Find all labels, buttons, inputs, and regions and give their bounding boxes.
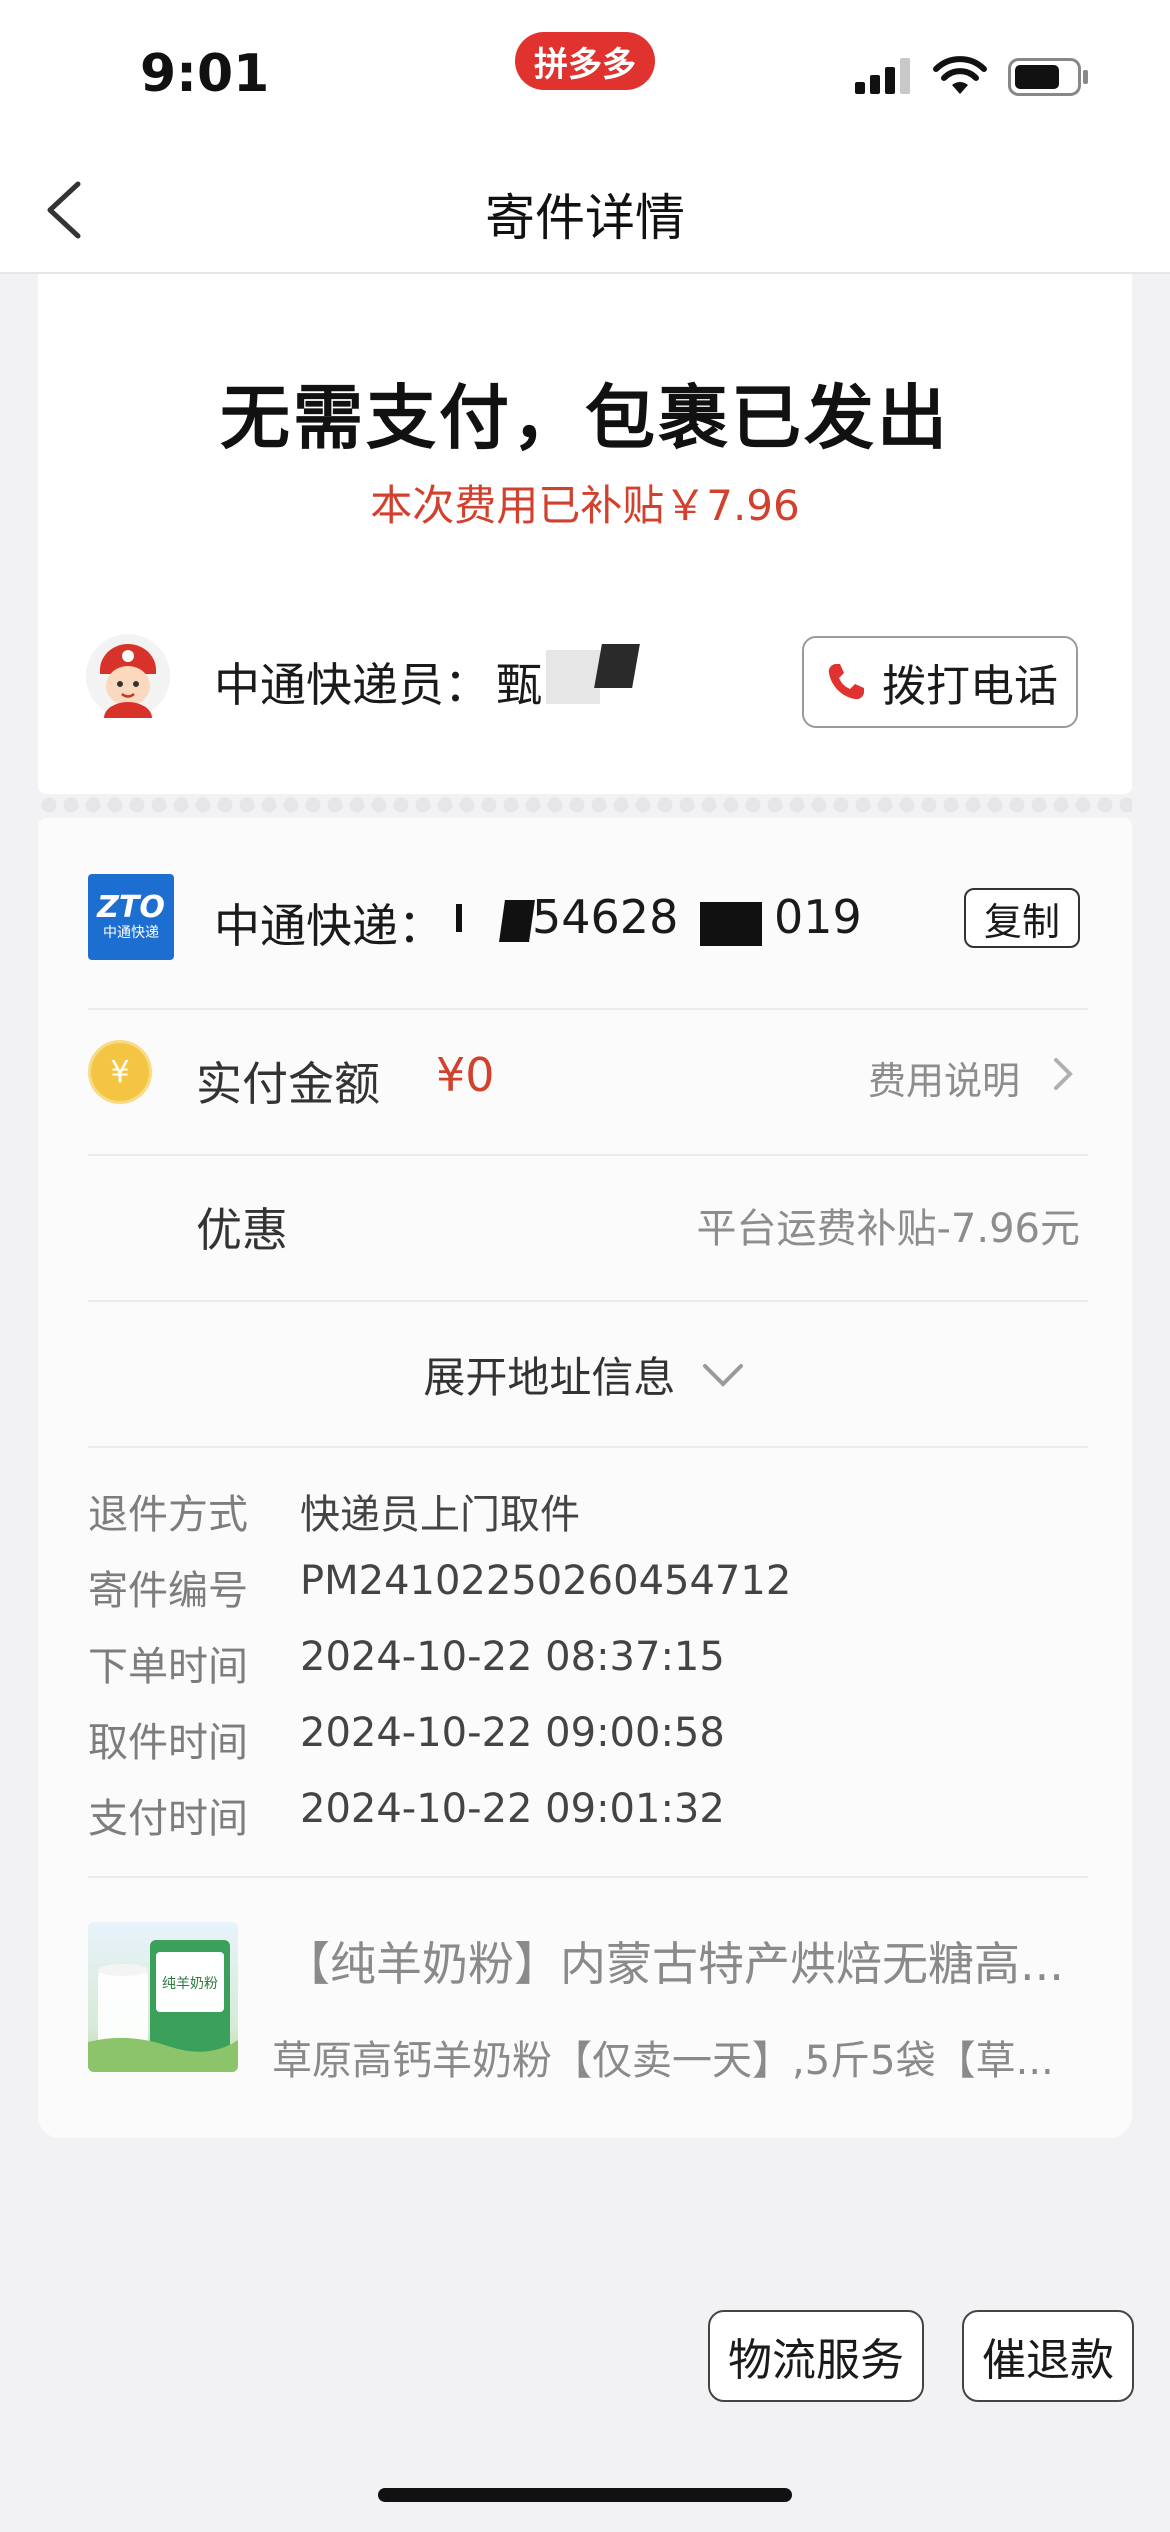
status-time: 9:01 [140,44,270,104]
divider [88,1876,1088,1878]
divider-dotted [38,794,1132,816]
product-title[interactable]: 【纯羊奶粉】内蒙古特产烘焙无糖高... [284,1928,1104,1994]
milk-powder-bag-icon: 纯羊奶粉 [88,1940,238,2072]
expand-address-toggle[interactable]: 展开地址信息 [38,1344,1132,1405]
tracking-number-part2: 019 [774,890,862,944]
detail-label: 寄件编号 [88,1568,248,1614]
chevron-down-icon [702,1363,743,1387]
detail-value: 2024-10-22 09:00:58 [300,1710,725,1756]
phone-icon [828,664,864,700]
redaction-mark [456,904,462,932]
page-title: 寄件详情 [485,189,685,247]
urge-refund-button[interactable]: 催退款 [962,2310,1134,2402]
redaction-mark [594,644,640,688]
redaction-mark [499,900,535,942]
divider [88,1154,1088,1156]
product-subtitle[interactable]: 草原高钙羊奶粉【仅卖一天】,5斤5袋【草... [272,2028,1102,2086]
logistics-service-button[interactable]: 物流服务 [708,2310,924,2402]
detail-value: 2024-10-22 08:37:15 [300,1634,725,1680]
discount-value: 平台运费补贴-7.96元 [696,1206,1081,1252]
courier-avatar [86,634,170,718]
payment-amount: ¥0 [436,1048,495,1102]
fee-explanation-link[interactable]: 费用说明 [868,1050,1020,1105]
redaction-mark [700,902,762,946]
redaction-mark [546,650,600,704]
detail-value: 快递员上门取件 [300,1492,580,1538]
divider [88,1446,1088,1448]
copy-tracking-button[interactable]: 复制 [964,888,1080,948]
detail-label: 退件方式 [88,1492,248,1538]
divider [88,1300,1088,1302]
call-courier-button[interactable]: 拨打电话 [802,636,1078,728]
svg-text:纯羊奶粉: 纯羊奶粉 [162,1976,218,1992]
detail-label: 下单时间 [88,1644,248,1690]
call-button-label: 拨打电话 [882,661,1058,712]
wifi-icon [933,56,987,94]
app-badge[interactable]: 拼多多 [515,32,655,90]
courier-label: 中通快递员： [214,658,490,712]
status-headline: 无需支付，包裹已发出 [220,377,950,459]
navigation-bar: 寄件详情 [0,150,1170,274]
battery-icon [1008,58,1088,96]
detail-value: 2024-10-22 09:01:32 [300,1786,725,1832]
coin-icon: ¥ [88,1040,152,1104]
status-bar: 9:01 拼多多 [0,0,1170,150]
cellular-signal-icon [855,58,910,94]
zto-logo-subtext: 中通快递 [103,925,159,941]
courier-name: 甄 [496,658,542,712]
subsidy-text: 本次费用已补贴￥7.96 [370,481,800,530]
detail-label: 支付时间 [88,1796,248,1842]
detail-label: 取件时间 [88,1720,248,1766]
chevron-right-icon[interactable] [1050,1054,1076,1094]
divider [88,1008,1088,1010]
zto-logo: ZTO 中通快递 [88,874,174,960]
discount-label: 优惠 [196,1203,288,1257]
tracking-number-part1: 54628 [532,890,679,944]
carrier-label: 中通快递： [214,899,444,953]
expand-address-label: 展开地址信息 [423,1353,676,1402]
product-image[interactable]: 纯羊奶粉 [88,1922,238,2072]
status-card: 无需支付，包裹已发出 本次费用已补贴￥7.96 中通快递员： 甄 拨打电话 [38,274,1132,794]
payment-label: 实付金额 [196,1057,380,1111]
zto-logo-text: ZTO [97,890,165,925]
detail-value[interactable]: PM24102250260454712 [300,1558,791,1604]
home-indicator[interactable] [378,2488,792,2502]
shipment-card: ZTO 中通快递 中通快递： 54628 019 复制 ¥ 实付金额 ¥0 费用… [38,818,1132,2138]
